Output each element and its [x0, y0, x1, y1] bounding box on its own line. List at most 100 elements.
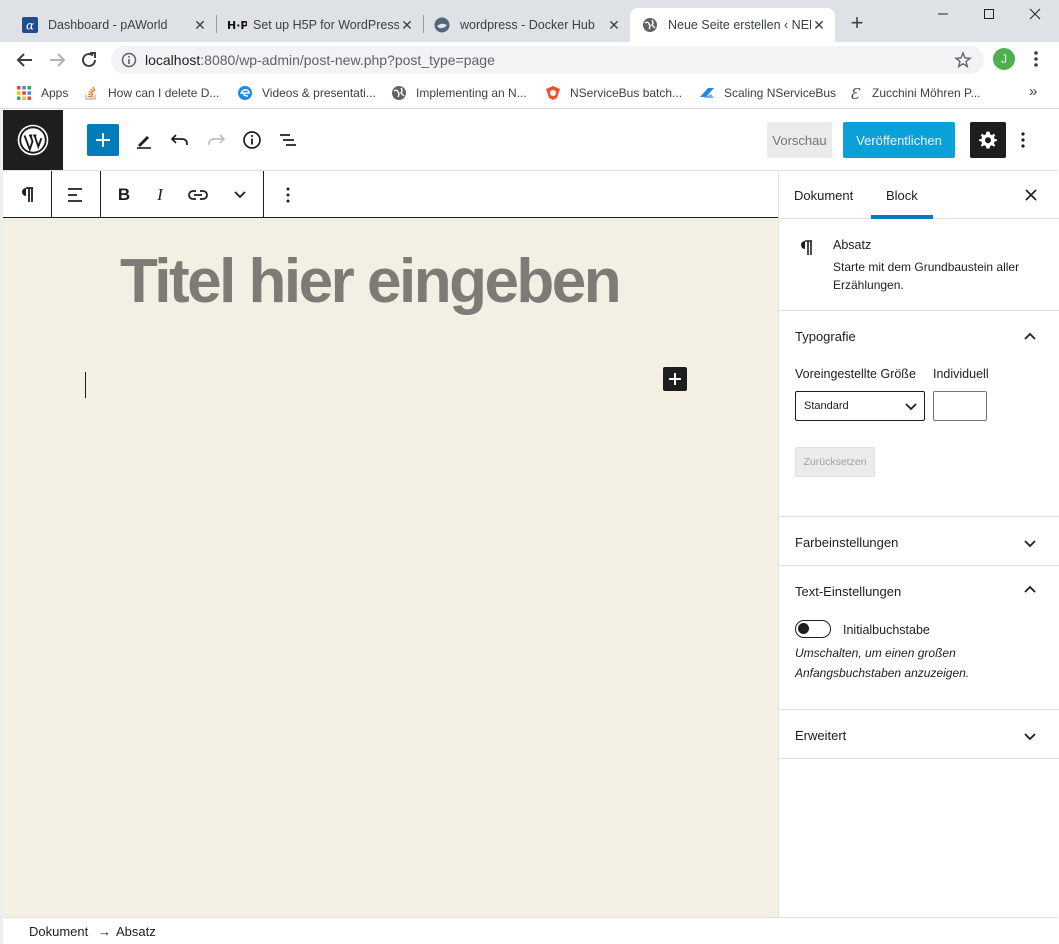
bookmark-item[interactable]: Scaling NServiceBus — [699, 83, 836, 103]
bookmark-label: Implementing an N... — [416, 86, 527, 100]
close-sidebar-button[interactable] — [1019, 183, 1043, 207]
bookmark-item[interactable]: Implementing an N... — [391, 83, 527, 103]
publish-button[interactable]: Veröffentlichen — [843, 122, 955, 158]
text-panel-title[interactable]: Text-Einstellungen — [795, 584, 901, 599]
close-tab-icon[interactable]: ✕ — [811, 17, 827, 34]
bookmark-star-icon[interactable] — [954, 51, 972, 69]
toolbar-separator — [263, 171, 264, 217]
undo-button[interactable] — [164, 124, 196, 156]
browser-tab-active[interactable]: Neue Seite erstellen ‹ NEM ✕ — [630, 8, 835, 42]
block-type-switcher[interactable] — [11, 179, 43, 211]
bookmark-label: Zucchini Möhren P... — [872, 86, 981, 100]
inline-add-block-button[interactable] — [663, 367, 687, 391]
chevron-up-icon[interactable] — [1021, 581, 1039, 599]
pencil-icon — [137, 136, 151, 149]
content-info-button[interactable] — [236, 124, 268, 156]
link-icon — [188, 190, 208, 200]
plus-icon — [96, 133, 110, 147]
bookmark-item[interactable]: How can I delete D... — [83, 83, 219, 103]
url-path: :8080/wp-admin/post-new.php?post_type=pa… — [200, 52, 495, 68]
tab-dokument[interactable]: Dokument — [794, 171, 853, 219]
custom-font-size-input[interactable] — [933, 391, 987, 421]
url-text: localhost:8080/wp-admin/post-new.php?pos… — [145, 52, 495, 68]
arrow-right-icon — [50, 53, 66, 67]
align-button[interactable] — [59, 179, 91, 211]
forward-button[interactable] — [46, 49, 68, 71]
profile-avatar[interactable]: J — [993, 48, 1015, 70]
browser-menu-icon[interactable] — [1028, 50, 1044, 68]
svg-text:α: α — [26, 19, 34, 33]
italic-icon: I — [157, 185, 163, 204]
bold-icon: B — [117, 185, 131, 204]
color-panel-title[interactable]: Farbeinstellungen — [795, 535, 898, 550]
editor-canvas[interactable]: Titel hier eingeben — [3, 218, 778, 917]
bookmark-label: Scaling NServiceBus — [724, 86, 837, 100]
reset-button[interactable]: Zurücksetzen — [795, 447, 875, 477]
toggle-knob — [798, 623, 809, 634]
typography-panel-title[interactable]: Typografie — [795, 329, 856, 344]
preset-size-label: Voreingestellte Größe — [795, 367, 916, 381]
bookmark-item[interactable]: NServiceBus batch... — [545, 83, 682, 103]
chevron-up-icon[interactable] — [1021, 328, 1039, 346]
browser-tab[interactable]: wordpress - Docker Hub ✕ — [412, 8, 630, 42]
browser-tab[interactable]: α Dashboard - pAWorld ✕ — [0, 8, 216, 42]
maximize-window-button[interactable] — [966, 3, 1012, 25]
dropcap-toggle[interactable] — [795, 620, 831, 638]
bookmark-label: Apps — [41, 86, 69, 100]
block-card: Absatz Starte mit dem Grundbaustein alle… — [779, 219, 1059, 311]
preview-button[interactable]: Vorschau — [767, 122, 832, 158]
vertical-ellipsis-icon — [286, 187, 290, 203]
site-info-icon[interactable] — [121, 52, 137, 68]
close-tab-icon[interactable]: ✕ — [606, 17, 622, 34]
breadcrumb-root[interactable]: Dokument — [29, 924, 88, 939]
globe-icon — [391, 85, 407, 101]
bookmark-item[interactable]: Videos & presentati... — [237, 83, 376, 103]
stackoverflow-icon — [83, 85, 99, 101]
bookmark-item[interactable]: Ɛ Zucchini Möhren P... — [847, 83, 981, 103]
close-icon — [1025, 189, 1037, 201]
block-name: Absatz — [833, 238, 872, 252]
tab-block[interactable]: Block — [886, 171, 918, 219]
block-navigation-button[interactable] — [272, 124, 304, 156]
wordpress-logo-button[interactable] — [3, 110, 63, 170]
bookmarks-overflow-button[interactable]: » — [1029, 83, 1037, 100]
post-title-input[interactable]: Titel hier eingeben — [120, 246, 622, 317]
tools-button[interactable] — [128, 124, 160, 156]
browser-tab[interactable]: H·P Set up H5P for WordPress ✕ — [205, 8, 423, 42]
italic-button[interactable]: I — [144, 179, 176, 211]
chevron-down-icon[interactable] — [1021, 727, 1039, 745]
settings-sidebar: Dokument Block Absatz Starte mit dem Gru… — [778, 171, 1059, 917]
minimize-icon — [938, 13, 948, 15]
minimize-window-button[interactable] — [920, 3, 966, 25]
new-tab-button[interactable]: + — [846, 12, 868, 34]
edge-icon — [237, 85, 253, 101]
editor-header: Vorschau Veröffentlichen — [3, 110, 1058, 171]
h5p-icon: H·P — [227, 17, 247, 33]
redo-button[interactable] — [200, 124, 232, 156]
typography-panel: Typografie Voreingestellte Größe Individ… — [779, 311, 1059, 517]
breadcrumb-current[interactable]: Absatz — [116, 924, 156, 939]
chevron-down-icon — [234, 191, 246, 199]
chevron-down-icon[interactable] — [1021, 534, 1039, 552]
maximize-icon — [984, 9, 994, 19]
reload-button[interactable] — [78, 49, 100, 71]
apps-grid-icon — [16, 85, 32, 101]
breadcrumb-separator: → — [98, 924, 111, 939]
add-block-button[interactable] — [87, 124, 119, 156]
back-button[interactable] — [14, 49, 36, 71]
close-window-button[interactable] — [1012, 3, 1058, 25]
chevron-down-icon — [905, 403, 917, 411]
tab-title: Set up H5P for WordPress — [253, 18, 399, 32]
bold-button[interactable]: B — [108, 179, 140, 211]
more-options-button[interactable] — [1007, 124, 1039, 156]
font-size-select[interactable]: Standard — [795, 391, 925, 421]
advanced-panel-title[interactable]: Erweitert — [795, 728, 846, 743]
more-rich-text-button[interactable] — [224, 179, 256, 211]
custom-size-label: Individuell — [933, 367, 989, 381]
settings-button[interactable] — [970, 122, 1006, 158]
toolbar-separator — [51, 171, 52, 217]
block-options-button[interactable] — [272, 179, 304, 211]
bookmark-apps[interactable]: Apps — [16, 83, 68, 103]
link-button[interactable] — [182, 179, 214, 211]
address-bar[interactable]: localhost:8080/wp-admin/post-new.php?pos… — [111, 46, 984, 74]
